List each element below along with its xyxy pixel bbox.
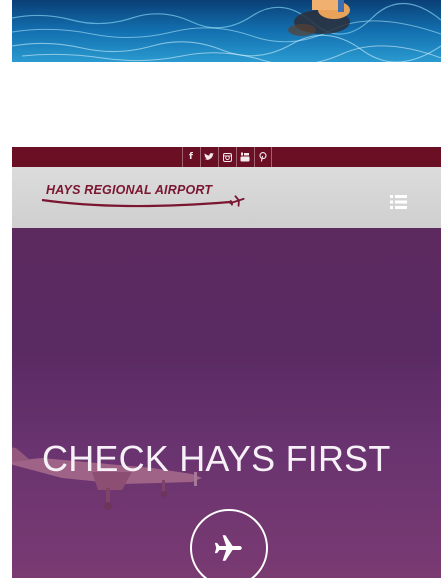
- instagram-icon[interactable]: [217, 147, 236, 167]
- pool-photo: [12, 0, 441, 62]
- pool-water-image: [12, 0, 441, 62]
- hero-airplane-button[interactable]: [190, 509, 268, 578]
- pinterest-shape: [258, 152, 267, 162]
- airport-logo[interactable]: HAYS REGIONAL AIRPORT: [40, 181, 252, 215]
- pinterest-icon[interactable]: [253, 147, 272, 167]
- twitter-bird-shape: [204, 153, 214, 160]
- youtube-icon[interactable]: [235, 147, 254, 167]
- airport-website: f HAYS REGIONAL AIRPORT CHECK HAYS FIRST: [12, 147, 441, 578]
- hero-section: CHECK HAYS FIRST: [12, 228, 441, 578]
- twitter-icon[interactable]: [199, 147, 218, 167]
- social-icons: f: [181, 147, 272, 167]
- hamburger-list-icon[interactable]: [390, 194, 410, 210]
- logo-text: HAYS REGIONAL AIRPORT: [46, 183, 213, 197]
- youtube-shape: [240, 152, 250, 162]
- page: f HAYS REGIONAL AIRPORT CHECK HAYS FIRST: [0, 0, 441, 578]
- instagram-camera-shape: [222, 152, 232, 162]
- hero-title: CHECK HAYS FIRST: [42, 438, 391, 479]
- facebook-icon[interactable]: f: [181, 147, 200, 167]
- logo-plane-icon: [229, 195, 245, 207]
- airplane-icon: [214, 535, 242, 561]
- site-header: HAYS REGIONAL AIRPORT: [12, 167, 441, 228]
- social-bar: f: [12, 147, 441, 167]
